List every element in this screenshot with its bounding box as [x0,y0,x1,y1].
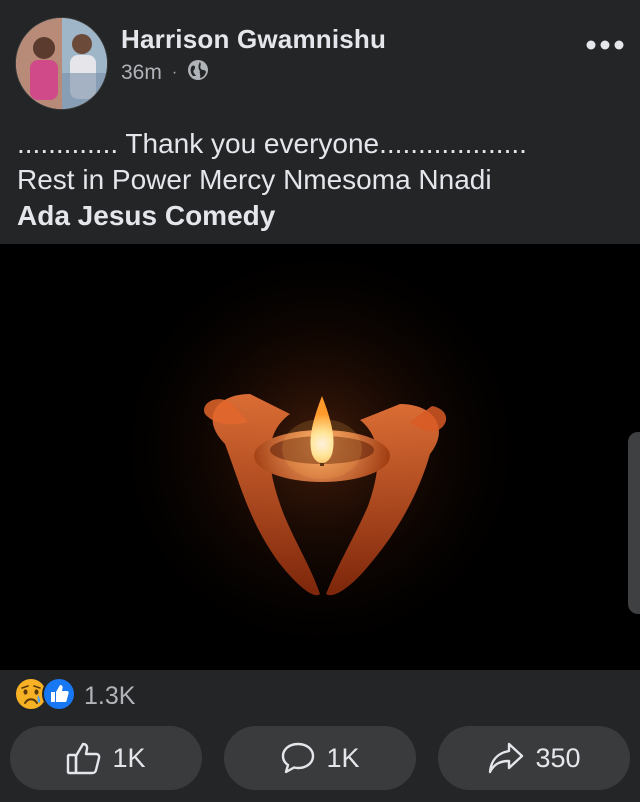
post-time[interactable]: 36m [121,61,162,85]
author-name[interactable]: Harrison Gwamnishu [121,24,386,55]
like-count: 1K [112,742,146,773]
share-arrow-icon [487,741,525,775]
author-avatar[interactable] [15,17,108,110]
globe-icon [187,59,209,87]
reaction-count: 1.3K [84,681,136,710]
post-photo-candle-in-hands[interactable] [0,244,640,670]
meta-separator: · [171,64,178,81]
more-horizontal-icon[interactable] [584,30,626,60]
reactions-summary[interactable]: 1.3K [14,676,135,716]
post-meta: 36m · [121,59,209,87]
side-drawer-handle[interactable] [628,432,640,614]
post-actions-bar: 1K 1K 350 [0,726,640,790]
share-button[interactable]: 350 [438,726,630,790]
thumbs-up-icon [66,741,102,775]
post-text-line: Rest in Power Mercy Nmesoma Nnadi [17,164,492,195]
comment-bubble-icon [280,741,316,775]
comment-button[interactable]: 1K [224,726,416,790]
like-reaction-icon [42,676,76,716]
like-button[interactable]: 1K [10,726,202,790]
comment-count: 1K [326,742,360,773]
post-header: Harrison Gwamnishu 36m · [0,0,640,120]
post-text-line: ............. Thank you everyone........… [17,128,527,159]
tagged-page-link[interactable]: Ada Jesus Comedy [17,198,627,234]
post-text: ............. Thank you everyone........… [17,126,627,234]
share-count: 350 [535,742,581,773]
